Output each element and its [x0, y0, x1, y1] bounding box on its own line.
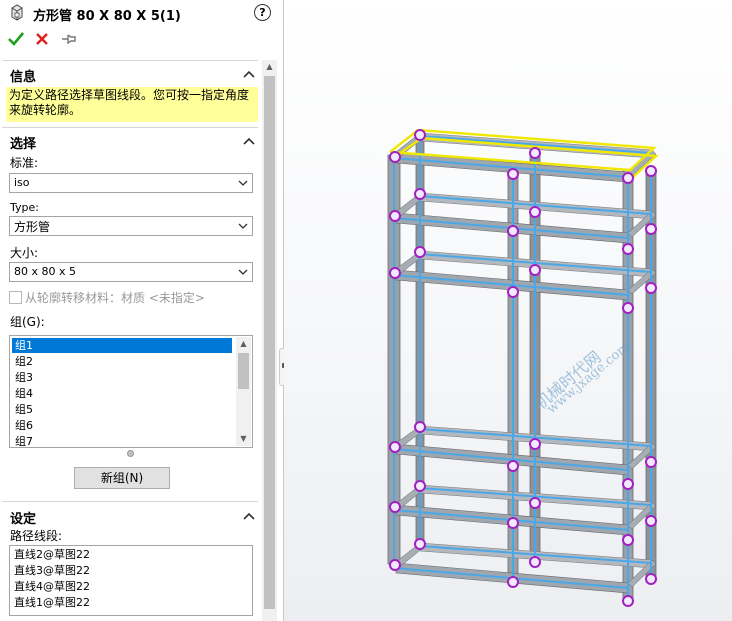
group-list[interactable]: 组1 组2 组3 组4 组5 组6 组7 ▲ ▼ [9, 335, 253, 448]
list-item[interactable]: 直线1@草图22 [14, 595, 90, 610]
new-group-button[interactable]: 新组(N) [74, 467, 170, 489]
collapse-chevron-icon[interactable] [243, 136, 255, 146]
resize-handle[interactable] [127, 450, 134, 457]
scroll-down-arrow-icon[interactable]: ▼ [236, 432, 251, 446]
info-message: 为定义路径选择草图线段。您可按一指定角度来旋转轮廓。 [6, 87, 258, 122]
chevron-down-icon [238, 269, 248, 275]
size-select[interactable]: 80 x 80 x 5 [9, 262, 253, 282]
standard-label: 标准: [10, 156, 39, 170]
info-section-title: 信息 [10, 70, 37, 85]
standard-value: iso [14, 176, 30, 189]
list-item[interactable]: 组3 [12, 370, 232, 385]
scroll-up-arrow-icon[interactable]: ▲ [262, 60, 277, 74]
chevron-down-icon [238, 223, 248, 229]
size-value: 80 x 80 x 5 [14, 265, 76, 278]
collapse-chevron-icon[interactable] [243, 69, 255, 79]
list-item[interactable]: 组1 [12, 338, 232, 353]
size-label: 大小: [10, 246, 39, 260]
panel-title: 方形管 80 X 80 X 5(1) [33, 9, 181, 24]
panel-scrollbar[interactable]: ▲ [262, 60, 277, 621]
selection-section-title: 选择 [10, 137, 37, 152]
scroll-up-arrow-icon[interactable]: ▲ [236, 337, 251, 351]
settings-section-title: 设定 [10, 512, 37, 527]
pushpin-icon[interactable] [58, 29, 78, 49]
list-item[interactable]: 组5 [12, 402, 232, 417]
list-item[interactable]: 组6 [12, 418, 232, 433]
group-label: 组(G): [10, 315, 45, 329]
transfer-material-checkbox[interactable] [9, 291, 22, 304]
divider [2, 501, 258, 502]
path-segments-label: 路径线段: [10, 529, 63, 543]
divider [2, 60, 258, 61]
scroll-thumb[interactable] [238, 353, 249, 389]
transfer-material-label: 从轮廓转移材料：材质 <未指定> [25, 291, 205, 305]
cancel-x-icon[interactable] [32, 29, 52, 49]
collapse-chevron-icon[interactable] [243, 511, 255, 521]
graphics-viewport[interactable]: 机械时代网 www.jxage.com [284, 0, 732, 621]
list-item[interactable]: 组7 [12, 434, 232, 447]
weldment-frame-model[interactable] [284, 0, 732, 621]
structural-member-icon [11, 4, 23, 21]
divider [2, 127, 258, 128]
group-list-scrollbar[interactable]: ▲ ▼ [236, 337, 251, 446]
list-item[interactable]: 组2 [12, 354, 232, 369]
panel-header: 方形管 80 X 80 X 5(1) ? [0, 0, 283, 26]
chevron-down-icon [238, 180, 248, 186]
list-item[interactable]: 直线2@草图22 [14, 547, 90, 562]
type-label: Type: [10, 201, 39, 214]
type-value: 方形管 [14, 220, 51, 234]
help-icon[interactable]: ? [254, 4, 271, 21]
action-bar [0, 29, 283, 51]
type-select[interactable]: 方形管 [9, 216, 253, 236]
list-item[interactable]: 组4 [12, 386, 232, 401]
property-manager-panel: 方形管 80 X 80 X 5(1) ? ▲ 信息 为定义路径选择草图线段。您可… [0, 0, 284, 621]
ok-check-icon[interactable] [6, 29, 26, 49]
standard-select[interactable]: iso [9, 173, 253, 193]
list-item[interactable]: 直线3@草图22 [14, 563, 90, 578]
list-item[interactable]: 直线4@草图22 [14, 579, 90, 594]
scroll-thumb[interactable] [264, 76, 275, 609]
path-segments-list[interactable]: 直线2@草图22 直线3@草图22 直线4@草图22 直线1@草图22 [9, 545, 253, 616]
